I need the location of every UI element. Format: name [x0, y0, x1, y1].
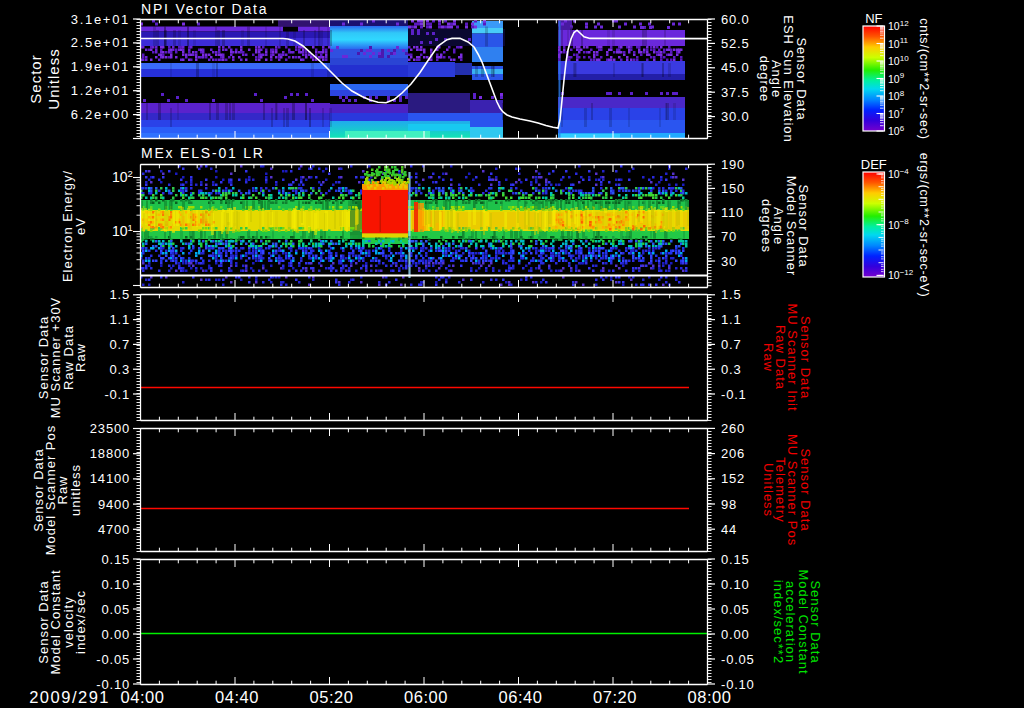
svg-text:04:00: 04:00 [121, 688, 165, 706]
svg-text:260: 260 [721, 421, 745, 436]
svg-text:eV: eV [73, 217, 88, 235]
svg-text:0.3: 0.3 [110, 362, 130, 377]
svg-text:70: 70 [721, 229, 737, 244]
svg-text:6.2e+00: 6.2e+00 [71, 107, 130, 122]
svg-text:150: 150 [721, 181, 745, 196]
svg-text:-0.05: -0.05 [96, 652, 130, 667]
svg-text:-0.1: -0.1 [104, 387, 130, 402]
svg-text:14100: 14100 [90, 471, 130, 486]
svg-text:110: 110 [721, 205, 744, 220]
svg-text:1.9e+01: 1.9e+01 [71, 59, 130, 74]
svg-text:206: 206 [721, 446, 745, 461]
svg-text:06:40: 06:40 [499, 688, 543, 706]
svg-text:152: 152 [721, 471, 745, 486]
svg-text:index/sec: index/sec [73, 590, 88, 654]
svg-text:0.00: 0.00 [101, 627, 130, 642]
svg-text:0.7: 0.7 [110, 337, 130, 352]
svg-text:190: 190 [721, 157, 745, 172]
svg-text:1.2e+01: 1.2e+01 [71, 83, 130, 98]
svg-text:DEF: DEF [861, 157, 887, 172]
svg-text:NPI Vector Data: NPI Vector Data [141, 1, 268, 17]
svg-text:1.1: 1.1 [110, 312, 130, 327]
svg-text:Unitless: Unitless [45, 48, 62, 109]
svg-text:cnts/(cm**2-sr-sec): cnts/(cm**2-sr-sec) [917, 18, 931, 139]
svg-text:3.1e+01: 3.1e+01 [71, 12, 130, 27]
svg-text:30: 30 [721, 254, 737, 269]
svg-text:05:20: 05:20 [310, 688, 354, 706]
svg-text:37.5: 37.5 [721, 85, 750, 100]
svg-text:08:00: 08:00 [688, 688, 732, 706]
svg-text:-0.05: -0.05 [721, 652, 755, 667]
svg-text:unitless: unitless [68, 464, 83, 516]
svg-text:1.5: 1.5 [721, 287, 741, 302]
svg-text:07:20: 07:20 [593, 688, 637, 706]
svg-text:04:40: 04:40 [215, 688, 259, 706]
svg-text:Raw: Raw [73, 343, 88, 372]
svg-text:0.05: 0.05 [101, 602, 130, 617]
svg-text:0.7: 0.7 [721, 337, 741, 352]
svg-text:MEx ELS-01 LR: MEx ELS-01 LR [141, 145, 265, 161]
svg-text:degrees: degrees [759, 199, 774, 253]
svg-text:index/sec**2: index/sec**2 [771, 580, 786, 664]
svg-text:0.15: 0.15 [101, 552, 130, 567]
svg-text:18800: 18800 [90, 446, 130, 461]
svg-text:0.10: 0.10 [101, 577, 130, 592]
svg-text:98: 98 [721, 497, 737, 512]
svg-text:23500: 23500 [90, 421, 130, 436]
svg-text:9400: 9400 [98, 497, 130, 512]
svg-text:1.5: 1.5 [110, 287, 130, 302]
svg-text:2009/291: 2009/291 [29, 688, 110, 706]
svg-text:60.0: 60.0 [721, 12, 750, 27]
svg-text:06:00: 06:00 [404, 688, 448, 706]
svg-text:44: 44 [721, 522, 737, 537]
svg-text:45.0: 45.0 [721, 60, 750, 75]
svg-text:Sector: Sector [27, 54, 44, 103]
svg-text:ergs/(cm**2-sr-sec-eV): ergs/(cm**2-sr-sec-eV) [917, 153, 931, 298]
svg-text:52.5: 52.5 [721, 36, 750, 51]
svg-text:0.15: 0.15 [721, 552, 750, 567]
svg-text:degree: degree [757, 56, 772, 102]
svg-text:0.10: 0.10 [721, 577, 750, 592]
svg-text:4700: 4700 [98, 522, 130, 537]
svg-text:Raw: Raw [761, 343, 776, 372]
svg-text:-0.1: -0.1 [721, 387, 747, 402]
svg-text:NF: NF [865, 11, 882, 26]
svg-text:0.3: 0.3 [721, 362, 741, 377]
svg-text:1.1: 1.1 [721, 312, 741, 327]
svg-text:2.5e+01: 2.5e+01 [71, 35, 130, 50]
svg-text:0.00: 0.00 [721, 627, 750, 642]
svg-text:0.05: 0.05 [721, 602, 750, 617]
svg-text:30.0: 30.0 [721, 109, 750, 124]
svg-text:Unitless: Unitless [761, 463, 776, 517]
